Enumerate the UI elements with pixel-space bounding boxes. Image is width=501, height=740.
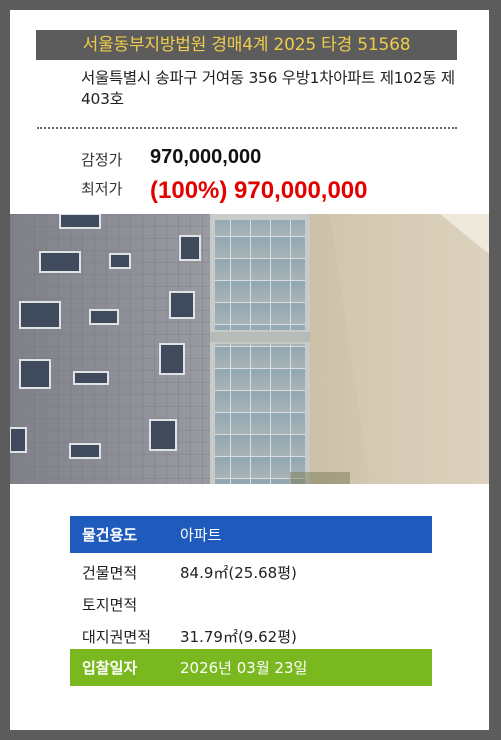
apartment-building-photo: [10, 214, 489, 484]
minimum-price-value: (100%) 970,000,000: [150, 177, 368, 204]
dotted-divider: [37, 127, 457, 129]
appraisal-value: 970,000,000: [150, 146, 262, 168]
auction-card: 서울동부지방법원 경매4계 2025 타경 51568 서울특별시 송파구 거여…: [10, 10, 489, 730]
detail-label: 토지면적: [82, 596, 138, 614]
building-illustration: [10, 214, 489, 484]
minimum-label: 최저가: [81, 180, 123, 198]
court-case-banner: 서울동부지방법원 경매4계 2025 타경 51568: [36, 30, 457, 60]
detail-label: 물건용도: [82, 526, 138, 544]
detail-label: 건물면적: [82, 564, 138, 582]
appraisal-label: 감정가: [81, 151, 123, 169]
detail-value: 31.79㎡(9.62평): [180, 628, 297, 646]
detail-value: 아파트: [180, 526, 222, 544]
detail-row-usage: 물건용도 아파트: [70, 516, 432, 553]
detail-value: 2026년 03월 23일: [180, 659, 308, 677]
property-address: 서울특별시 송파구 거여동 356 우방1차아파트 제102동 제403호: [81, 69, 455, 108]
detail-label: 입찰일자: [82, 659, 138, 677]
detail-value: 84.9㎡(25.68평): [180, 564, 297, 582]
detail-row-bid-date: 입찰일자 2026년 03월 23일: [70, 649, 432, 686]
detail-label: 대지권면적: [82, 628, 152, 646]
